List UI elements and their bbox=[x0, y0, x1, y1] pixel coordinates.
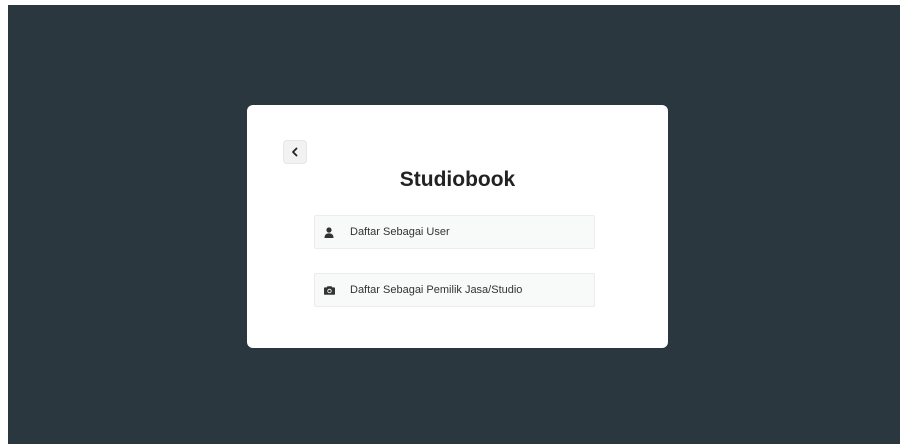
chevron-left-icon bbox=[290, 147, 300, 157]
user-icon bbox=[323, 226, 335, 238]
register-as-studio-owner-label: Daftar Sebagai Pemilik Jasa/Studio bbox=[350, 284, 523, 296]
camera-icon bbox=[323, 284, 335, 296]
page-background: Studiobook Daftar Sebagai User Daftar Se… bbox=[8, 5, 900, 444]
back-button[interactable] bbox=[283, 140, 307, 164]
register-as-user-button[interactable]: Daftar Sebagai User bbox=[314, 215, 595, 249]
register-as-studio-owner-button[interactable]: Daftar Sebagai Pemilik Jasa/Studio bbox=[314, 273, 595, 307]
register-as-user-label: Daftar Sebagai User bbox=[350, 226, 450, 238]
signup-card: Studiobook Daftar Sebagai User Daftar Se… bbox=[247, 105, 668, 348]
page-title: Studiobook bbox=[399, 168, 516, 191]
